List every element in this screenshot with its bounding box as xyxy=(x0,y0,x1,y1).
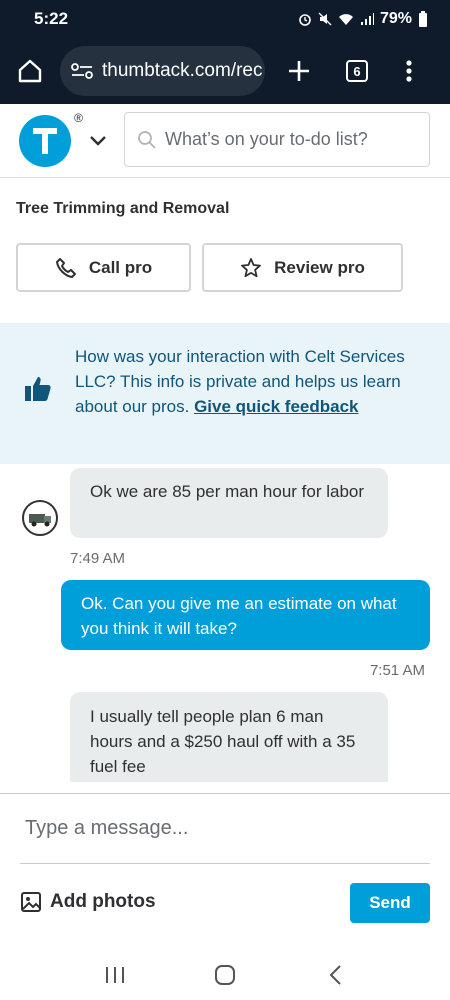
message-timestamp: 7:49 AM xyxy=(70,550,126,567)
home-nav-button[interactable] xyxy=(195,955,255,995)
battery-icon xyxy=(419,11,427,27)
recent-apps-button[interactable] xyxy=(85,955,145,995)
url-text: thumbtack.com/rec xyxy=(102,60,263,81)
address-bar[interactable]: thumbtack.com/rec xyxy=(60,46,265,96)
chevron-left-icon xyxy=(329,965,341,985)
add-photos-button[interactable]: Add photos xyxy=(20,891,156,913)
status-icons: 79% xyxy=(298,10,428,28)
message-bubble-incoming: I usually tell people plan 6 man hours a… xyxy=(70,692,388,782)
review-pro-label: Review pro xyxy=(274,257,365,277)
feedback-banner: How was your interaction with Celt Servi… xyxy=(0,323,450,464)
registered-mark: ® xyxy=(74,110,83,125)
site-header: ® What’s on your to-do list? xyxy=(0,104,450,178)
logo-menu-toggle[interactable] xyxy=(89,135,107,147)
call-pro-button[interactable]: Call pro xyxy=(16,243,191,292)
thumbs-up-icon xyxy=(25,377,51,401)
browser-menu-button[interactable] xyxy=(385,46,433,96)
signal-icon xyxy=(360,13,374,25)
image-icon xyxy=(21,892,41,912)
wifi-icon xyxy=(338,14,353,25)
star-icon xyxy=(241,257,262,277)
message-bubble-incoming: Ok we are 85 per man hour for labor xyxy=(70,468,388,538)
more-vert-icon xyxy=(406,60,412,82)
home-nav-icon xyxy=(215,965,235,985)
pro-avatar xyxy=(22,500,58,536)
chevron-down-icon xyxy=(90,135,106,146)
service-title: Tree Trimming and Removal xyxy=(16,200,230,217)
status-bar: 5:22 79% xyxy=(0,0,450,38)
system-nav-bar xyxy=(0,950,450,1000)
message-bubble-outgoing: Ok. Can you give me an estimate on what … xyxy=(61,580,430,650)
tab-count: 6 xyxy=(346,60,368,82)
search-icon xyxy=(138,130,156,149)
thumbtack-logo-icon xyxy=(33,127,57,154)
plus-icon xyxy=(289,61,309,81)
phone-icon xyxy=(55,257,76,278)
message-timestamp: 7:51 AM xyxy=(369,662,425,679)
new-tab-button[interactable] xyxy=(269,46,329,96)
battery-percent: 79% xyxy=(379,10,412,27)
review-pro-button[interactable]: Review pro xyxy=(202,243,403,292)
recent-apps-icon xyxy=(106,967,124,983)
browser-toolbar: thumbtack.com/rec 6 xyxy=(0,38,450,104)
thumbtack-logo[interactable]: ® xyxy=(19,111,83,167)
feedback-text: How was your interaction with Celt Servi… xyxy=(75,344,427,419)
tab-switcher-button[interactable]: 6 xyxy=(329,46,385,96)
search-input[interactable]: What’s on your to-do list? xyxy=(124,112,430,167)
home-button[interactable] xyxy=(0,38,60,104)
back-button[interactable] xyxy=(305,955,365,995)
call-pro-label: Call pro xyxy=(88,257,153,277)
site-settings-icon xyxy=(71,63,93,79)
home-icon xyxy=(18,59,42,83)
message-composer: Add photos Send xyxy=(0,793,450,950)
alarm-icon xyxy=(299,14,311,26)
truck-logo-icon xyxy=(25,503,55,533)
search-placeholder: What’s on your to-do list? xyxy=(165,129,368,149)
message-input[interactable] xyxy=(20,794,430,864)
add-photos-label: Add photos xyxy=(50,891,156,912)
status-time: 5:22 xyxy=(34,9,69,28)
give-quick-feedback-link[interactable]: Give quick feedback xyxy=(194,397,358,416)
send-button[interactable]: Send xyxy=(350,883,430,923)
mute-icon xyxy=(318,12,332,26)
